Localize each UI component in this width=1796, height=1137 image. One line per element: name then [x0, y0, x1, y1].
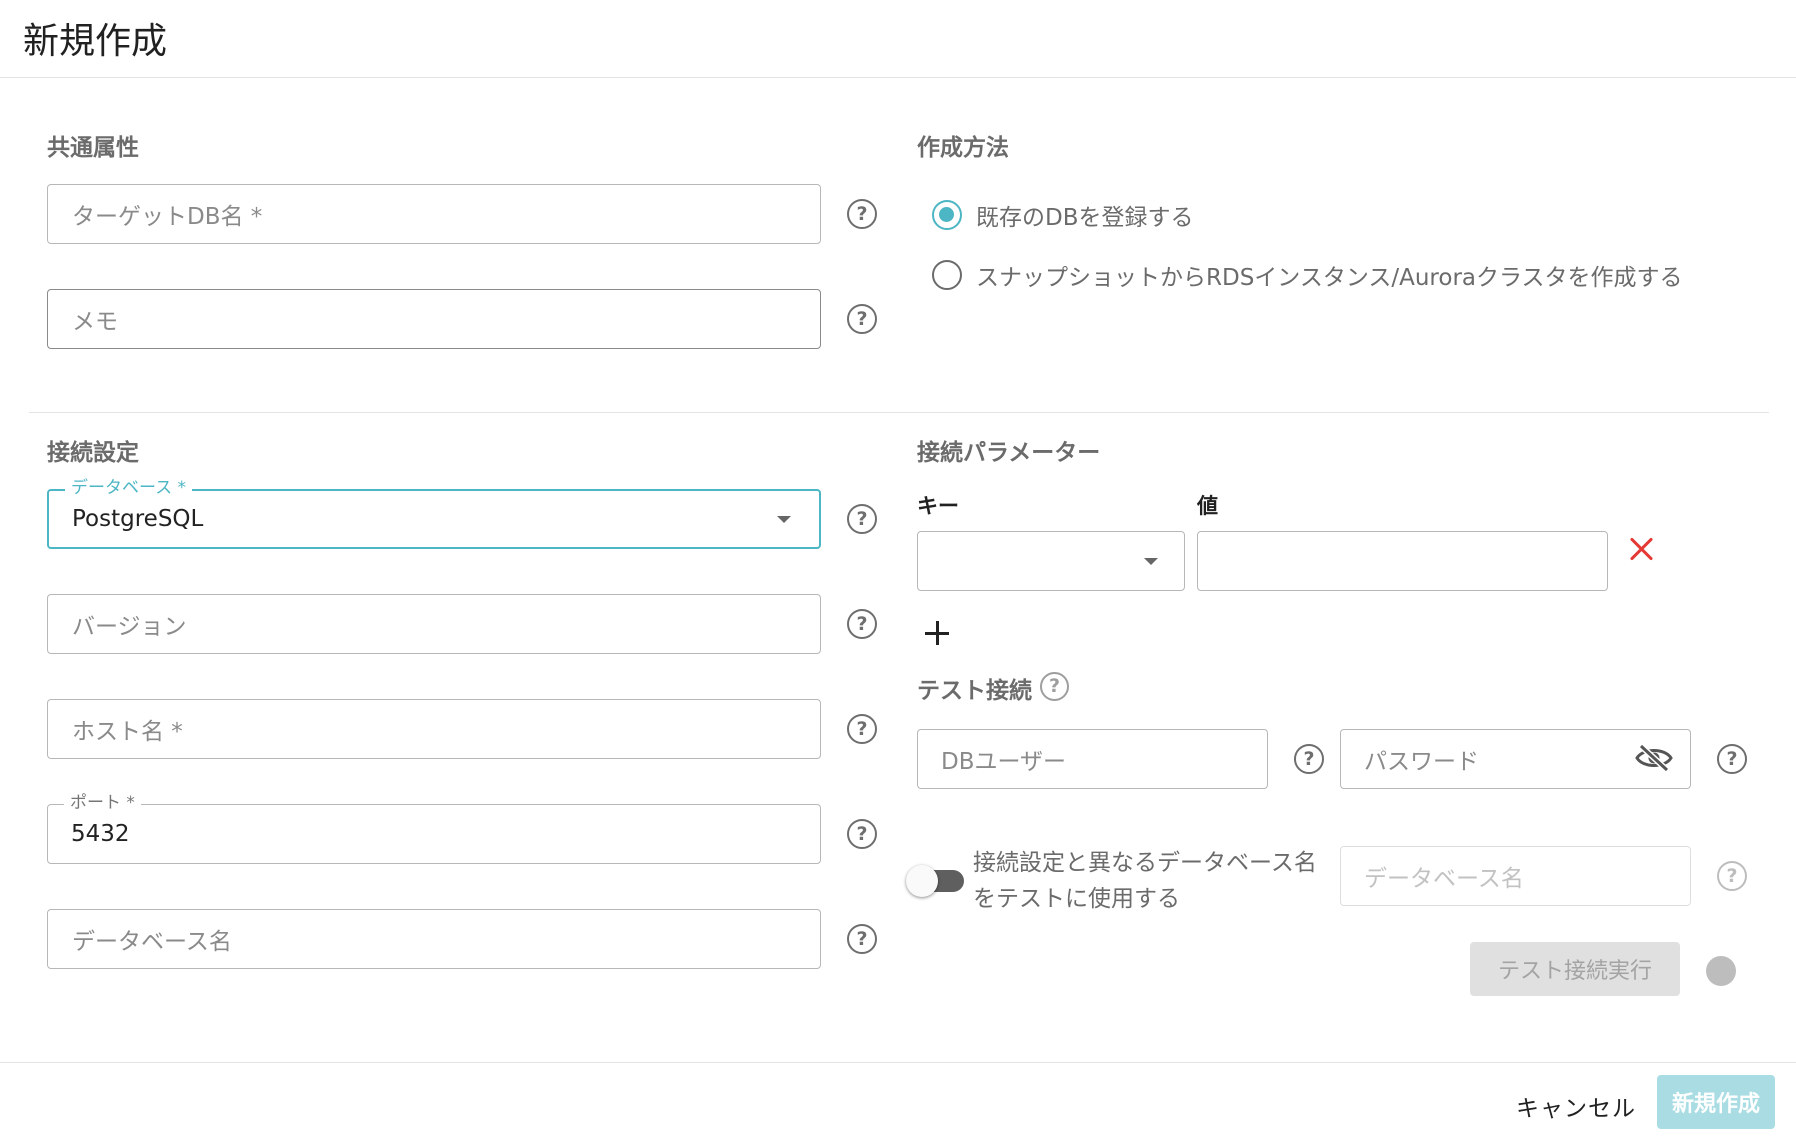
- db-user-placeholder: DBユーザー: [941, 749, 1067, 775]
- port-help-icon[interactable]: ?: [847, 819, 877, 849]
- memo-input[interactable]: メモ: [47, 289, 821, 349]
- param-key-select[interactable]: [917, 531, 1185, 591]
- port-label: ポート *: [64, 793, 141, 813]
- param-value-column-label: 値: [1197, 494, 1218, 518]
- version-help-icon[interactable]: ?: [847, 609, 877, 639]
- dialog-title: 新規作成: [23, 21, 168, 62]
- title-divider: [0, 77, 1796, 78]
- remove-param-icon[interactable]: [1629, 536, 1655, 562]
- database-name-help-icon[interactable]: ?: [847, 924, 877, 954]
- port-value: 5432: [71, 821, 130, 847]
- memo-placeholder: メモ: [72, 309, 118, 335]
- method-option-snapshot-label: スナップショットからRDSインスタンス/Auroraクラスタを作成する: [976, 265, 1683, 291]
- target-db-name-input[interactable]: ターゲットDB名 *: [47, 184, 821, 244]
- alt-database-name-placeholder: データベース名: [1364, 866, 1524, 892]
- alt-database-name-input[interactable]: データベース名: [1340, 846, 1691, 906]
- target-db-name-help-icon[interactable]: ?: [847, 199, 877, 229]
- database-name-input[interactable]: データベース名: [47, 909, 821, 969]
- section-divider: [29, 412, 1769, 413]
- common-section-title: 共通属性: [47, 135, 139, 161]
- param-key-column-label: キー: [917, 494, 959, 518]
- database-name-placeholder: データベース名: [72, 929, 232, 955]
- method-option-existing[interactable]: 既存のDBを登録する: [932, 198, 1194, 232]
- version-placeholder: バージョン: [72, 614, 187, 640]
- database-select[interactable]: データベース * PostgreSQL: [47, 478, 821, 549]
- add-param-icon[interactable]: [924, 620, 950, 646]
- host-name-input[interactable]: ホスト名 *: [47, 699, 821, 759]
- footer-divider: [0, 1062, 1796, 1063]
- test-connection-help-icon[interactable]: ?: [1040, 672, 1069, 701]
- database-help-icon[interactable]: ?: [847, 504, 877, 534]
- alt-database-name-help-icon[interactable]: ?: [1717, 861, 1747, 891]
- method-option-snapshot[interactable]: スナップショットからRDSインスタンス/Auroraクラスタを作成する: [932, 258, 1683, 292]
- chevron-down-icon[interactable]: [777, 516, 791, 523]
- run-test-connection-button[interactable]: テスト接続実行: [1470, 942, 1680, 996]
- create-button[interactable]: 新規作成: [1657, 1075, 1775, 1129]
- password-help-icon[interactable]: ?: [1717, 744, 1747, 774]
- param-value-input[interactable]: [1197, 531, 1608, 591]
- host-name-help-icon[interactable]: ?: [847, 714, 877, 744]
- chevron-down-icon[interactable]: [1144, 558, 1158, 565]
- test-section-title: テスト接続: [917, 678, 1032, 704]
- test-status-indicator: [1706, 956, 1736, 986]
- cancel-button[interactable]: キャンセル: [1512, 1086, 1640, 1126]
- password-placeholder: パスワード: [1364, 749, 1479, 775]
- db-user-input[interactable]: DBユーザー: [917, 729, 1268, 789]
- radio-unchecked-icon[interactable]: [932, 260, 962, 290]
- method-option-existing-label: 既存のDBを登録する: [976, 205, 1194, 231]
- method-section-title: 作成方法: [917, 135, 1009, 161]
- alt-dbname-toggle-label: 接続設定と異なるデータベース名をテストに使用する: [973, 850, 1317, 912]
- db-user-help-icon[interactable]: ?: [1294, 744, 1324, 774]
- alt-dbname-toggle-knob[interactable]: [906, 865, 938, 897]
- database-select-label: データベース *: [65, 478, 193, 498]
- host-name-placeholder: ホスト名 *: [72, 719, 183, 745]
- eye-off-icon[interactable]: [1635, 744, 1673, 772]
- params-section-title: 接続パラメーター: [917, 440, 1101, 466]
- port-input[interactable]: ポート * 5432: [47, 793, 821, 864]
- target-db-name-placeholder: ターゲットDB名 *: [72, 204, 263, 230]
- memo-help-icon[interactable]: ?: [847, 304, 877, 334]
- version-input[interactable]: バージョン: [47, 594, 821, 654]
- connection-section-title: 接続設定: [47, 440, 139, 466]
- database-select-value: PostgreSQL: [72, 506, 204, 532]
- radio-checked-icon[interactable]: [932, 200, 962, 230]
